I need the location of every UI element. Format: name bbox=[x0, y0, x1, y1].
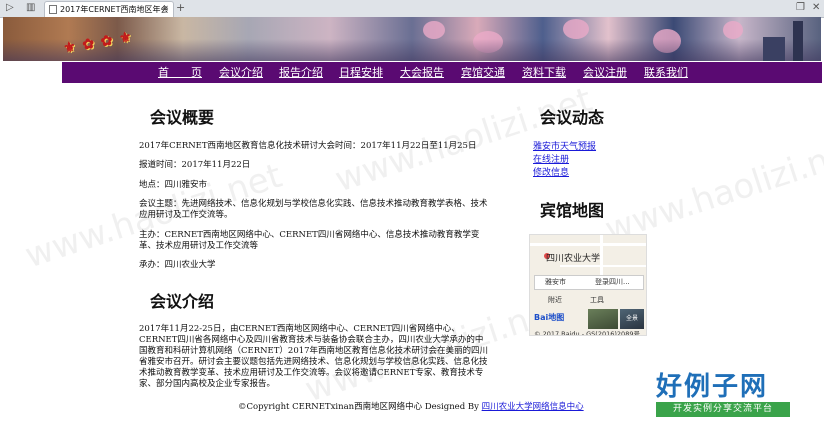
map-thumbnail[interactable] bbox=[588, 309, 618, 329]
nav-downloads[interactable]: 资料下载 bbox=[522, 66, 566, 79]
nav-contact[interactable]: 联系我们 bbox=[644, 66, 688, 79]
page-icon bbox=[49, 5, 57, 14]
header-banner: ⚜ ✿ ✿ ⚜ bbox=[3, 17, 821, 61]
map-city-bar[interactable]: 雅安市 登录四川... bbox=[534, 275, 644, 290]
overview-organizers: 主办：CERNET西南地区网络中心、CERNET四川省网络中心、信息技术推动教育… bbox=[139, 230, 480, 251]
map-login[interactable]: 登录四川... bbox=[595, 276, 630, 289]
baidu-map[interactable]: 四川农业大学 雅安市 登录四川... 附近 工具 Bai地图 全景 © 2017… bbox=[529, 234, 647, 336]
nav-keynotes[interactable]: 大会报告 bbox=[400, 66, 444, 79]
overview-host: 承办：四川农业大学 bbox=[139, 260, 216, 270]
site-slogan: 开发实例分享交流平台 bbox=[656, 402, 790, 417]
browser-tab[interactable]: 2017年CERNET西南地区年会 × bbox=[44, 1, 174, 17]
baidu-map-logo: Bai地图 bbox=[534, 313, 565, 322]
new-tab-button[interactable]: + bbox=[176, 1, 185, 15]
hotel-map-heading: 宾馆地图 bbox=[540, 201, 605, 220]
map-place-label: 四川农业大学 bbox=[546, 254, 601, 264]
intro-heading: 会议介绍 bbox=[150, 292, 215, 311]
close-tab-icon[interactable]: × bbox=[161, 2, 169, 17]
browser-tab-bar: ▷ ▥ 2017年CERNET西南地区年会 × + ❐ ✕ bbox=[0, 0, 824, 18]
overview-heading: 会议概要 bbox=[150, 108, 215, 127]
map-tools[interactable]: 工具 bbox=[590, 295, 604, 305]
watermark: www.haolizi.net bbox=[600, 129, 824, 251]
intro-text: 2017年11月22-25日，由CERNET西南地区网络中心、CERNET四川省… bbox=[139, 324, 489, 389]
restore-window-icon[interactable]: ❐ bbox=[796, 2, 805, 13]
register-link[interactable]: 在线注册 bbox=[533, 154, 569, 166]
sidebar-toggle-icon[interactable]: ▷ bbox=[6, 2, 14, 14]
tab-title: 2017年CERNET西南地区年会 bbox=[60, 5, 169, 14]
page-footer: ©Copyright CERNETxinan西南地区网络中心 Designed … bbox=[238, 402, 584, 413]
overview-location: 地点：四川雅安市 bbox=[139, 180, 208, 190]
footer-text: ©Copyright CERNETxinan西南地区网络中心 Designed … bbox=[238, 402, 482, 412]
nav-conference-intro[interactable]: 会议介绍 bbox=[219, 66, 263, 79]
overview-report-time: 报道时间：2017年11月22日 bbox=[139, 160, 251, 170]
site-brand-logo: 好例子网 bbox=[656, 372, 769, 402]
map-nearby[interactable]: 附近 bbox=[548, 295, 562, 305]
edit-info-link[interactable]: 修改信息 bbox=[533, 167, 569, 179]
footer-designer-link[interactable]: 四川农业大学网络信息中心 bbox=[482, 402, 584, 412]
main-nav: 首 页 会议介绍 报告介绍 日程安排 大会报告 宾馆交通 资料下载 会议注册 联… bbox=[62, 62, 822, 83]
weather-link[interactable]: 雅安市天气预报 bbox=[533, 141, 596, 153]
street-view-button[interactable]: 全景 bbox=[620, 309, 644, 329]
nav-report-intro[interactable]: 报告介绍 bbox=[279, 66, 323, 79]
news-heading: 会议动态 bbox=[540, 108, 605, 127]
nav-hotel-traffic[interactable]: 宾馆交通 bbox=[461, 66, 505, 79]
close-window-icon[interactable]: ✕ bbox=[812, 2, 820, 13]
overview-theme: 会议主题：先进网络技术、信息化规划与学校信息化实践、信息技术推动教育教学表格、技… bbox=[139, 199, 488, 220]
overview-time: 2017年CERNET西南地区教育信息化技术研讨大会时间：2017年11月22日… bbox=[139, 141, 477, 151]
map-copyright: © 2017 Baidu - GS(2016)2089号 bbox=[534, 330, 640, 336]
nav-home[interactable]: 首 页 bbox=[158, 66, 202, 79]
map-toolbar: 附近 工具 bbox=[534, 295, 646, 307]
nav-registration[interactable]: 会议注册 bbox=[583, 66, 627, 79]
map-city[interactable]: 雅安市 bbox=[545, 276, 566, 289]
tab-list-icon[interactable]: ▥ bbox=[26, 2, 35, 14]
nav-schedule[interactable]: 日程安排 bbox=[339, 66, 383, 79]
